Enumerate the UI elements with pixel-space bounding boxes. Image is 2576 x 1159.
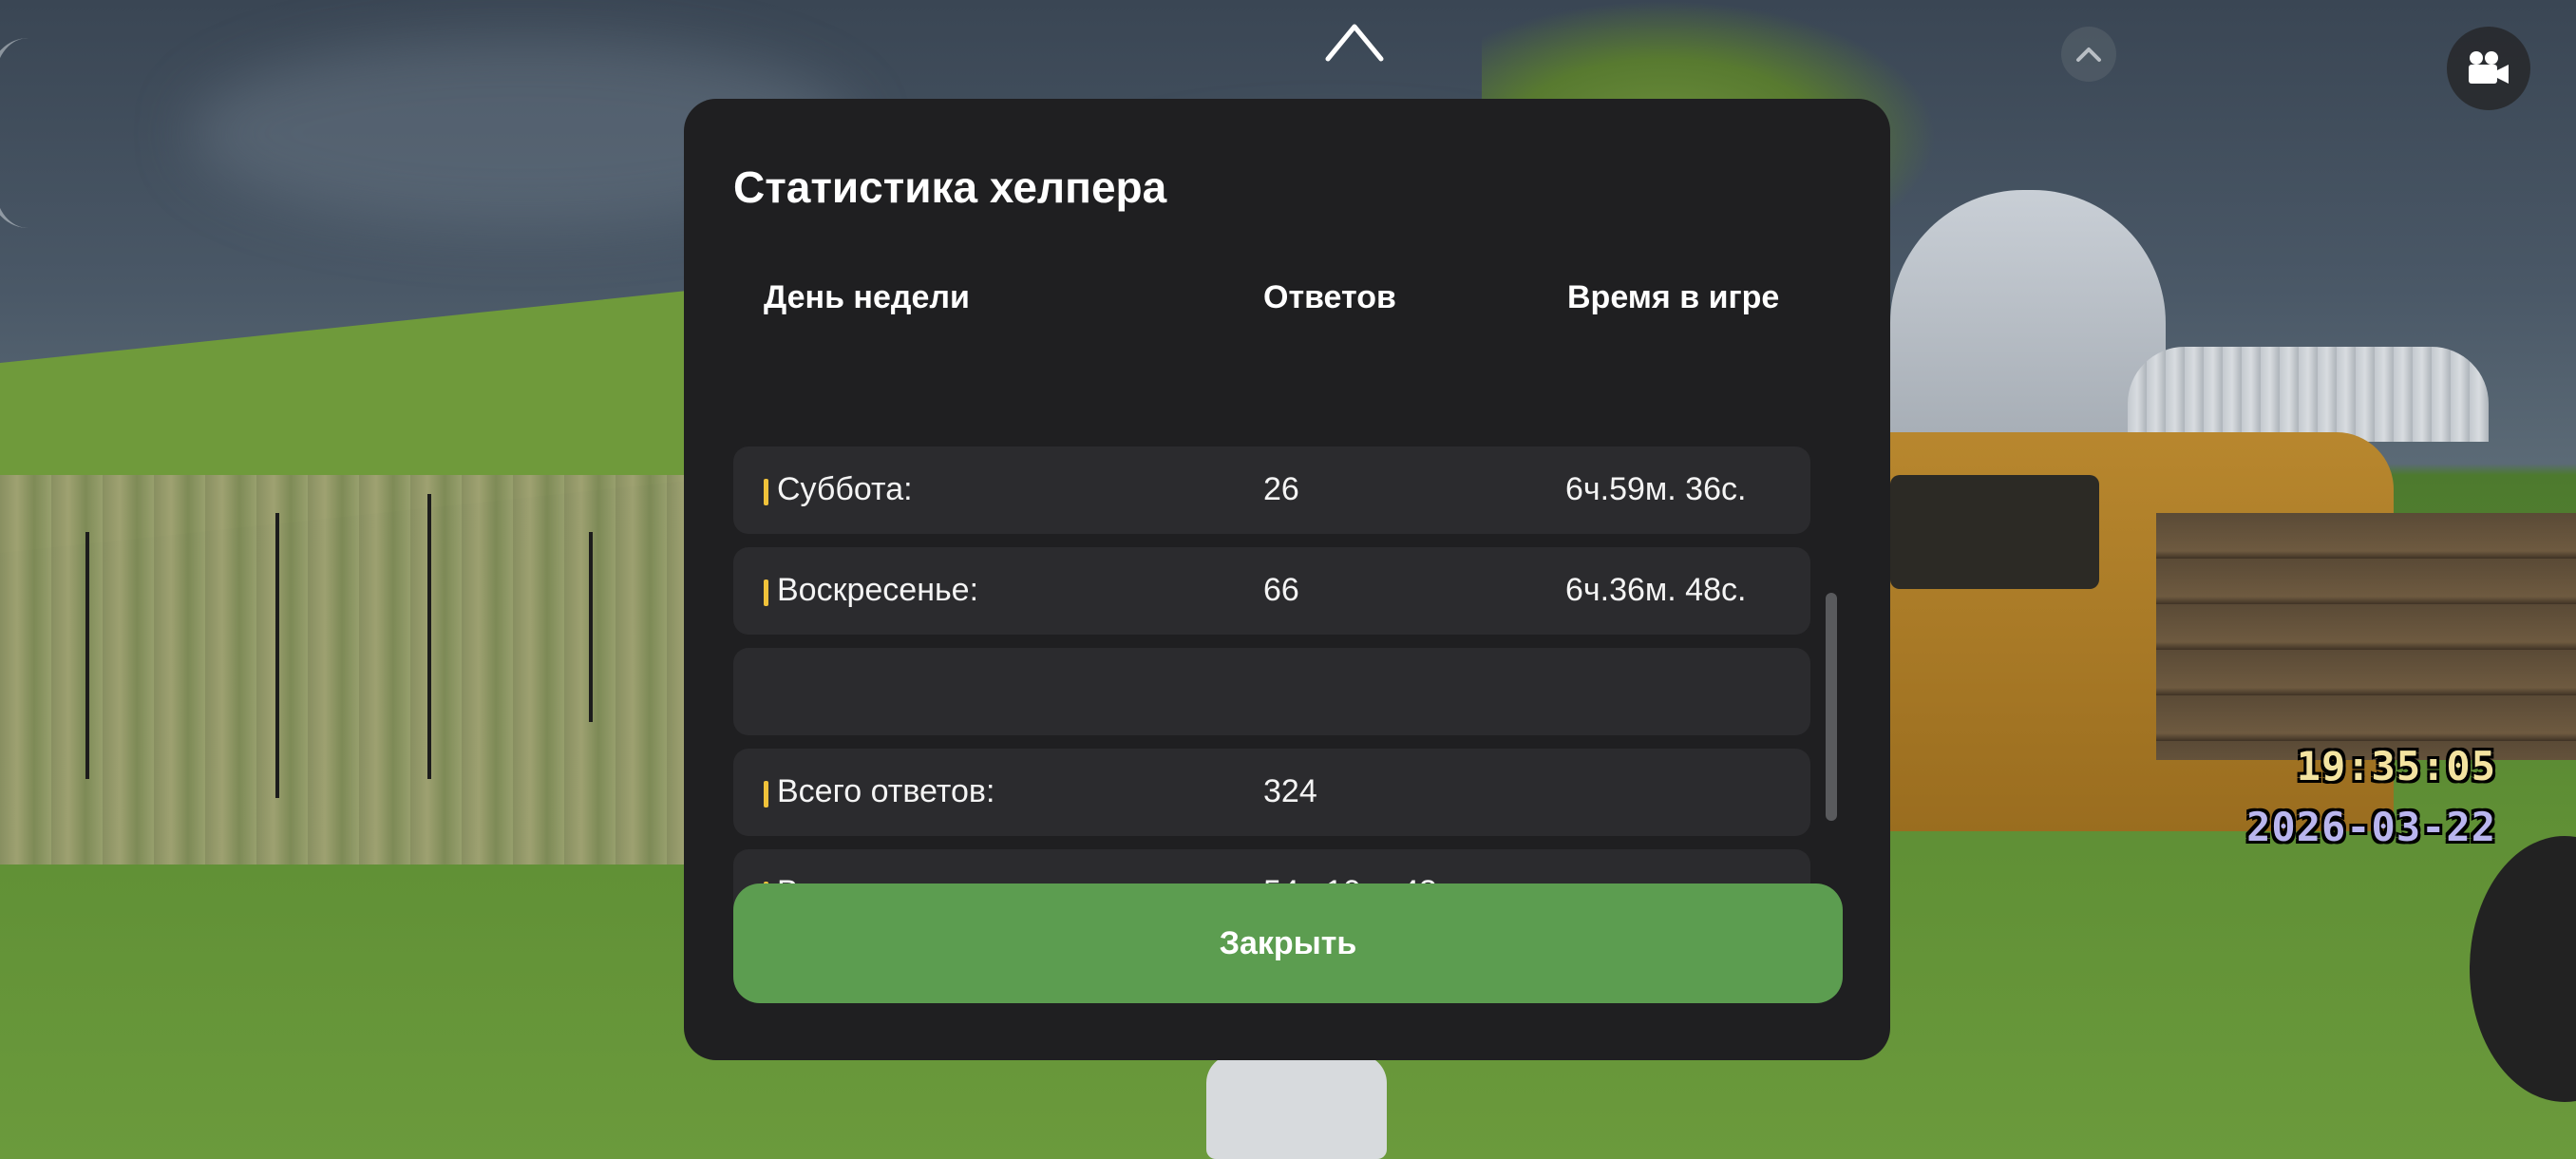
row-answers: 324	[1263, 773, 1317, 809]
row-time: 6ч.59м. 36с.	[1565, 471, 1747, 507]
chevron-up-icon[interactable]	[1324, 21, 1385, 63]
row-label: Воскресенье:	[777, 572, 979, 608]
player-skates	[1206, 1054, 1387, 1159]
row-accent-bar	[764, 479, 768, 505]
scrollbar[interactable]	[1826, 593, 1837, 821]
row-answers: 26	[1263, 471, 1299, 507]
helper-stats-dialog: Статистика хелпера День недели Ответов В…	[684, 99, 1890, 1060]
clock-date: 2026-03-22	[2246, 804, 2496, 850]
row-label: Суббота:	[777, 471, 913, 507]
stats-list[interactable]: Суббота: 26 6ч.59м. 36с. Воскресенье: 66…	[733, 346, 1810, 931]
truck-bed	[2156, 513, 2576, 760]
row-accent-bar	[764, 781, 768, 808]
barn-roof	[2128, 347, 2489, 442]
row-answers: 66	[1263, 572, 1299, 608]
close-button[interactable]: Закрыть	[733, 884, 1843, 1003]
fence-crack	[85, 532, 89, 779]
fence-crack	[427, 494, 431, 779]
chevron-up-icon	[2076, 48, 2101, 62]
truck-wheel	[2470, 836, 2576, 1102]
row-accent-bar	[764, 580, 768, 606]
row-label: Всего ответов:	[777, 773, 995, 809]
dialog-title: Статистика хелпера	[733, 162, 1167, 212]
stats-row-empty	[733, 648, 1810, 735]
stats-row-saturday: Суббота: 26 6ч.59м. 36с.	[733, 446, 1810, 534]
fence-crack	[275, 513, 279, 798]
fence-crack	[589, 532, 593, 722]
game-scene: 19:35:05 2026-03-22 Статистика хелпера Д…	[0, 0, 2576, 1159]
clock-time: 19:35:05	[2296, 743, 2496, 789]
column-header-time: Время в игре	[1567, 279, 1780, 315]
barn	[1890, 190, 2166, 437]
row-time: 6ч.36м. 48с.	[1565, 572, 1747, 608]
stats-row-sunday: Воскресенье: 66 6ч.36м. 48с.	[733, 547, 1810, 635]
stats-row-total-answers: Всего ответов: 324	[733, 749, 1810, 836]
video-camera-icon	[2469, 51, 2509, 84]
column-header-answers: Ответов	[1263, 279, 1396, 315]
collapse-button[interactable]	[2061, 27, 2116, 82]
truck-window	[1890, 475, 2099, 589]
left-edge-arc	[0, 38, 53, 228]
camera-button[interactable]	[2447, 27, 2530, 110]
column-header-day: День недели	[764, 279, 970, 315]
